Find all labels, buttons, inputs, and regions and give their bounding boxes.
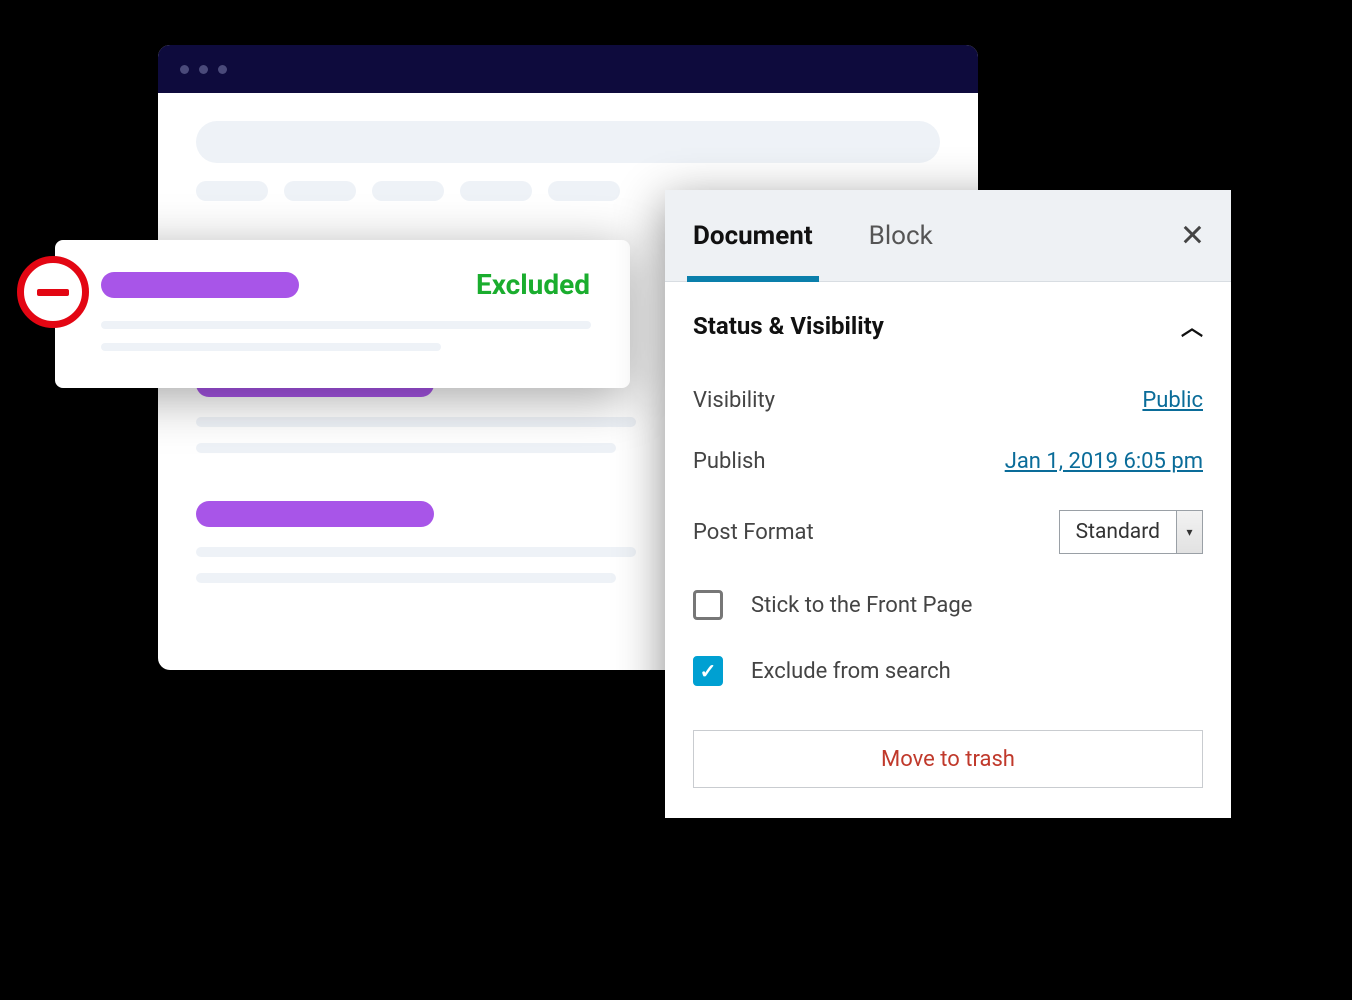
visibility-row: Visibility Public xyxy=(693,370,1203,431)
traffic-dot xyxy=(199,65,208,74)
visibility-value-link[interactable]: Public xyxy=(1142,388,1203,413)
publish-label: Publish xyxy=(693,449,766,474)
excluded-badge: Excluded xyxy=(476,268,590,301)
search-skeleton xyxy=(196,121,940,163)
filter-pill xyxy=(196,181,268,201)
stick-label: Stick to the Front Page xyxy=(751,593,972,618)
status-visibility-section: Status & Visibility ︿ Visibility Public … xyxy=(665,282,1231,788)
filter-pill xyxy=(284,181,356,201)
callout-line-skeleton xyxy=(101,343,441,351)
result-line-skeleton xyxy=(196,443,616,453)
excluded-callout: Excluded xyxy=(55,240,630,388)
close-icon[interactable]: ✕ xyxy=(1180,218,1205,253)
dropdown-arrow-icon: ▾ xyxy=(1176,511,1202,553)
chevron-up-icon: ︿ xyxy=(1181,310,1203,342)
exclude-label: Exclude from search xyxy=(751,659,951,684)
move-to-trash-button[interactable]: Move to trash xyxy=(693,730,1203,788)
exclude-checkbox[interactable]: ✓ xyxy=(693,656,723,686)
result-line-skeleton xyxy=(196,573,616,583)
exclude-from-search-row: ✓ Exclude from search xyxy=(693,638,1203,704)
publish-row: Publish Jan 1, 2019 6:05 pm xyxy=(693,431,1203,492)
filter-pill xyxy=(372,181,444,201)
stick-checkbox[interactable] xyxy=(693,590,723,620)
stick-front-page-row: Stick to the Front Page xyxy=(693,572,1203,638)
traffic-dot xyxy=(180,65,189,74)
result-title-skeleton xyxy=(196,501,434,527)
post-format-label: Post Format xyxy=(693,520,814,545)
filter-pill xyxy=(548,181,620,201)
post-format-value: Standard xyxy=(1060,511,1176,553)
post-format-row: Post Format Standard ▾ xyxy=(693,492,1203,572)
section-header[interactable]: Status & Visibility ︿ xyxy=(693,282,1203,370)
result-line-skeleton xyxy=(196,417,636,427)
filter-pill xyxy=(460,181,532,201)
post-format-select[interactable]: Standard ▾ xyxy=(1059,510,1203,554)
window-title-bar xyxy=(158,45,978,93)
callout-title-skeleton xyxy=(101,272,299,298)
section-title: Status & Visibility xyxy=(693,312,884,340)
tab-document[interactable]: Document xyxy=(693,190,813,281)
result-line-skeleton xyxy=(196,547,636,557)
traffic-dot xyxy=(218,65,227,74)
sidebar-tabs: Document Block ✕ xyxy=(665,190,1231,282)
callout-line-skeleton xyxy=(101,321,591,329)
publish-value-link[interactable]: Jan 1, 2019 6:05 pm xyxy=(1005,449,1203,474)
minus-circle-icon xyxy=(17,256,89,328)
tab-block[interactable]: Block xyxy=(869,190,933,281)
document-sidebar: Document Block ✕ Status & Visibility ︿ V… xyxy=(665,190,1231,818)
visibility-label: Visibility xyxy=(693,388,775,413)
